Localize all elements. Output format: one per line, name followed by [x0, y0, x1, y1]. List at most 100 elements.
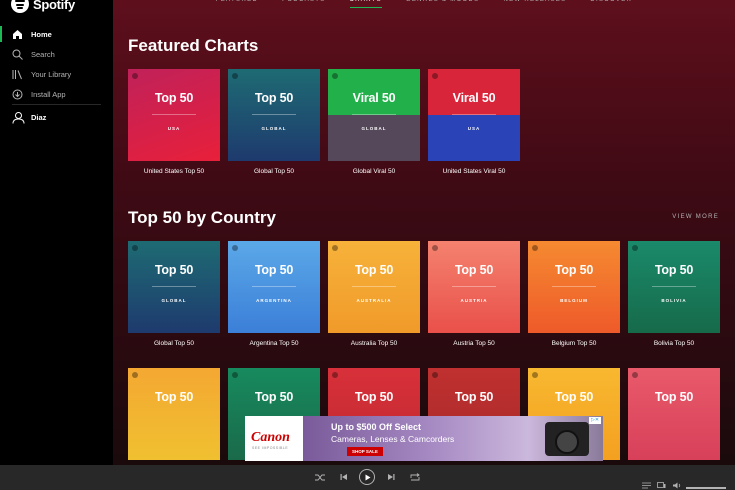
- ad-headline: Up to $500 Off Select: [331, 422, 422, 432]
- cover-title: Top 50: [454, 263, 494, 277]
- cover-title: Top 50: [654, 263, 694, 277]
- ad-subline: Cameras, Lenses & Camcorders: [331, 434, 455, 444]
- tab-featured[interactable]: FEATURED: [216, 0, 258, 8]
- sidebar-item-home[interactable]: Home: [0, 24, 113, 44]
- sidebar-item-install-app[interactable]: Install App: [0, 84, 113, 104]
- ad-brand-panel: Canon SEE IMPOSSIBLE: [245, 416, 303, 461]
- chart-card[interactable]: Top 50 GLOBAL Global Top 50: [228, 69, 320, 175]
- chart-cover[interactable]: Top 50 GLOBAL: [128, 241, 220, 333]
- spotify-badge-icon: [132, 372, 138, 378]
- chart-name[interactable]: Global Top 50: [228, 168, 320, 175]
- tab-discover[interactable]: DISCOVER: [590, 0, 632, 8]
- ad-close-icon[interactable]: ▷✕: [589, 417, 601, 424]
- spotify-logo-icon: [11, 0, 29, 13]
- chart-name[interactable]: Global Viral 50: [328, 168, 420, 175]
- chart-cover[interactable]: Top 50 BOLIVIA: [628, 241, 720, 333]
- cover-region: USA: [467, 126, 481, 131]
- spotify-badge-icon: [132, 73, 138, 79]
- chart-card[interactable]: Top 50 BOLIVIA Bolivia Top 50: [628, 241, 720, 347]
- cover-region: BOLIVIA: [661, 298, 687, 303]
- play-icon: [365, 474, 370, 480]
- user-profile[interactable]: Diaz: [0, 105, 113, 129]
- spotify-badge-icon: [132, 245, 138, 251]
- chart-card[interactable]: Viral 50 USA United States Viral 50: [428, 69, 520, 175]
- cover-divider: [652, 286, 696, 287]
- camera-image: [545, 422, 589, 456]
- chart-cover[interactable]: Viral 50 GLOBAL: [328, 69, 420, 161]
- cover-region: ARGENTINA: [256, 298, 292, 303]
- chart-name[interactable]: Argentina Top 50: [228, 340, 320, 347]
- player-bar: [0, 465, 735, 490]
- cover-region: AUSTRIA: [460, 298, 488, 303]
- ad-creative: Up to $500 Off Select Cameras, Lenses & …: [303, 416, 603, 461]
- tab-new-releases[interactable]: NEW RELEASES: [503, 0, 566, 8]
- next-icon[interactable]: [387, 473, 395, 481]
- chart-card[interactable]: Top 50 ARGENTINA Argentina Top 50: [228, 241, 320, 347]
- chart-name[interactable]: United States Top 50: [128, 168, 220, 175]
- chart-name[interactable]: Australia Top 50: [328, 340, 420, 347]
- by-country-title: Top 50 by Country: [128, 208, 276, 227]
- volume-slider[interactable]: [686, 487, 726, 489]
- view-more-link[interactable]: VIEW MORE: [672, 214, 719, 220]
- chart-card[interactable]: Top 50 GLOBAL Global Top 50: [128, 241, 220, 347]
- user-icon: [12, 111, 25, 124]
- previous-icon[interactable]: [340, 473, 348, 481]
- play-button[interactable]: [359, 469, 375, 485]
- spotify-badge-icon: [232, 372, 238, 378]
- cover-title: Top 50: [254, 263, 294, 277]
- cover-title: Top 50: [454, 390, 494, 404]
- cover-region: GLOBAL: [261, 126, 287, 131]
- cover-region: GLOBAL: [161, 298, 187, 303]
- cover-divider: [152, 114, 196, 115]
- chart-card[interactable]: Top 50 AUSTRIA Austria Top 50: [428, 241, 520, 347]
- volume-icon[interactable]: [673, 482, 682, 489]
- chart-cover[interactable]: Top 50 AUSTRIA: [428, 241, 520, 333]
- main-content: FEATURED PODCASTS CHARTS GENRES & MOODS …: [113, 0, 735, 465]
- library-icon: [12, 69, 23, 80]
- chart-card[interactable]: Top 50: [128, 368, 220, 460]
- chart-name[interactable]: Global Top 50: [128, 340, 220, 347]
- spotify-badge-icon: [532, 245, 538, 251]
- shuffle-icon[interactable]: [315, 473, 325, 482]
- chart-cover[interactable]: Top 50 BELGIUM: [528, 241, 620, 333]
- cover-divider: [252, 286, 296, 287]
- cover-title: Viral 50: [352, 91, 396, 105]
- chart-card[interactable]: Top 50: [628, 368, 720, 460]
- chart-card[interactable]: Top 50 USA United States Top 50: [128, 69, 220, 175]
- cover-title: Top 50: [154, 390, 194, 404]
- chart-cover[interactable]: Top 50 AUSTRALIA: [328, 241, 420, 333]
- chart-name[interactable]: United States Viral 50: [428, 168, 520, 175]
- chart-cover[interactable]: Top 50: [128, 368, 220, 460]
- ad-banner[interactable]: Canon SEE IMPOSSIBLE Up to $500 Off Sele…: [245, 416, 603, 461]
- chart-name[interactable]: Belgium Top 50: [528, 340, 620, 347]
- chart-card[interactable]: Top 50 AUSTRALIA Australia Top 50: [328, 241, 420, 347]
- spotify-logo[interactable]: Spotify: [11, 0, 75, 13]
- cover-region: BELGIUM: [560, 298, 588, 303]
- chart-name[interactable]: Austria Top 50: [428, 340, 520, 347]
- chart-cover[interactable]: Top 50 ARGENTINA: [228, 241, 320, 333]
- chart-cover[interactable]: Top 50: [628, 368, 720, 460]
- queue-icon[interactable]: [642, 482, 651, 489]
- download-icon: [12, 89, 23, 100]
- chart-card[interactable]: Top 50 BELGIUM Belgium Top 50: [528, 241, 620, 347]
- sidebar-item-label: Install App: [31, 89, 66, 99]
- chart-card[interactable]: Viral 50 GLOBAL Global Viral 50: [328, 69, 420, 175]
- tab-genres-moods[interactable]: GENRES & MOODS: [406, 0, 480, 8]
- sidebar-item-search[interactable]: Search: [0, 44, 113, 64]
- spotify-badge-icon: [232, 73, 238, 79]
- chart-name[interactable]: Bolivia Top 50: [628, 340, 720, 347]
- ad-shop-button[interactable]: SHOP SALE: [347, 447, 383, 456]
- ad-brand-logo: Canon: [251, 430, 290, 445]
- spotify-badge-icon: [632, 372, 638, 378]
- chart-cover[interactable]: Top 50 USA: [128, 69, 220, 161]
- tab-charts[interactable]: CHARTS: [349, 0, 382, 8]
- sidebar: Spotify Home Search Your Library Install…: [0, 0, 113, 465]
- repeat-icon[interactable]: [410, 473, 420, 482]
- chart-cover[interactable]: Viral 50 USA: [428, 69, 520, 161]
- chart-cover[interactable]: Top 50 GLOBAL: [228, 69, 320, 161]
- app-name: Spotify: [33, 0, 75, 12]
- spotify-badge-icon: [332, 372, 338, 378]
- devices-icon[interactable]: [657, 482, 666, 489]
- sidebar-item-library[interactable]: Your Library: [0, 64, 113, 84]
- tab-podcasts[interactable]: PODCASTS: [282, 0, 325, 8]
